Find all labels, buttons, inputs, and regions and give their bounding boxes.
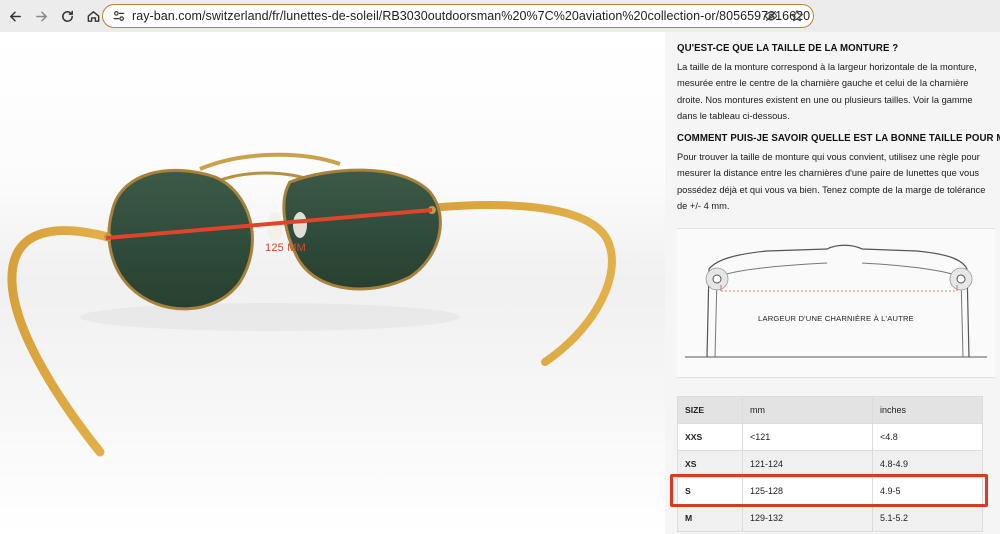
reload-icon[interactable] — [54, 3, 80, 29]
back-arrow-icon[interactable] — [2, 3, 28, 29]
sunglasses-illustration — [7, 152, 616, 457]
mm-cell: 121-124 — [742, 450, 873, 478]
inches-cell: 5.1-5.2 — [872, 504, 983, 532]
table-header-row: SIZE mm inches — [677, 396, 983, 424]
inches-cell: 4.8-4.9 — [872, 450, 983, 478]
diagram-caption: LARGEUR D'UNE CHARNIÈRE À L'AUTRE — [758, 314, 914, 323]
header-size: SIZE — [677, 396, 743, 424]
mm-cell: 125-128 — [742, 477, 873, 505]
size-guide-panel: QU'EST-CE QUE LA TAILLE DE LA MONTURE ? … — [665, 32, 1000, 534]
inches-cell: <4.8 — [872, 423, 983, 451]
product-photo: 125 MM — [0, 32, 665, 534]
table-row: S 125-128 4.9-5 — [677, 477, 983, 505]
frame-size-answer-text: La taille de la monture correspond à la … — [677, 62, 977, 121]
size-cell: XXS — [677, 423, 743, 451]
table-row: M 129-132 5.1-5.2 — [677, 504, 983, 532]
hinge-width-diagram: LARGEUR D'UNE CHARNIÈRE À L'AUTRE — [677, 228, 995, 378]
mm-cell: <121 — [742, 423, 873, 451]
size-cell: XS — [677, 450, 743, 478]
eye-off-icon[interactable] — [763, 8, 779, 24]
table-row: XS 121-124 4.8-4.9 — [677, 450, 983, 478]
table-row: XXS <121 <4.8 — [677, 423, 983, 451]
right-size-answer-text: Pour trouver la taille de monture qui vo… — [677, 152, 986, 211]
mm-cell: 129-132 — [742, 504, 873, 532]
address-bar[interactable]: ray-ban.com/switzerland/fr/lunettes-de-s… — [102, 4, 814, 28]
url-text[interactable]: ray-ban.com/switzerland/fr/lunettes-de-s… — [132, 9, 810, 23]
forward-arrow-icon[interactable] — [28, 3, 54, 29]
right-size-question-title: COMMENT PUIS-JE SAVOIR QUELLE EST LA BON… — [677, 132, 1000, 144]
frame-size-question-title: QU'EST-CE QUE LA TAILLE DE LA MONTURE ? — [677, 42, 899, 54]
size-cell: S — [677, 477, 743, 505]
measurement-label: 125 MM — [265, 242, 306, 254]
browser-toolbar: ray-ban.com/switzerland/fr/lunettes-de-s… — [0, 0, 1000, 32]
star-icon[interactable] — [789, 8, 805, 24]
header-mm: mm — [742, 396, 873, 424]
glasses-top-view-icon — [685, 244, 987, 358]
site-settings-icon[interactable] — [108, 6, 130, 26]
inches-cell: 4.9-5 — [872, 477, 983, 505]
size-cell: M — [677, 504, 743, 532]
header-inches: inches — [872, 396, 983, 424]
size-table: SIZE mm inches XXS <121 <4.8 XS 121-124 … — [677, 396, 983, 532]
